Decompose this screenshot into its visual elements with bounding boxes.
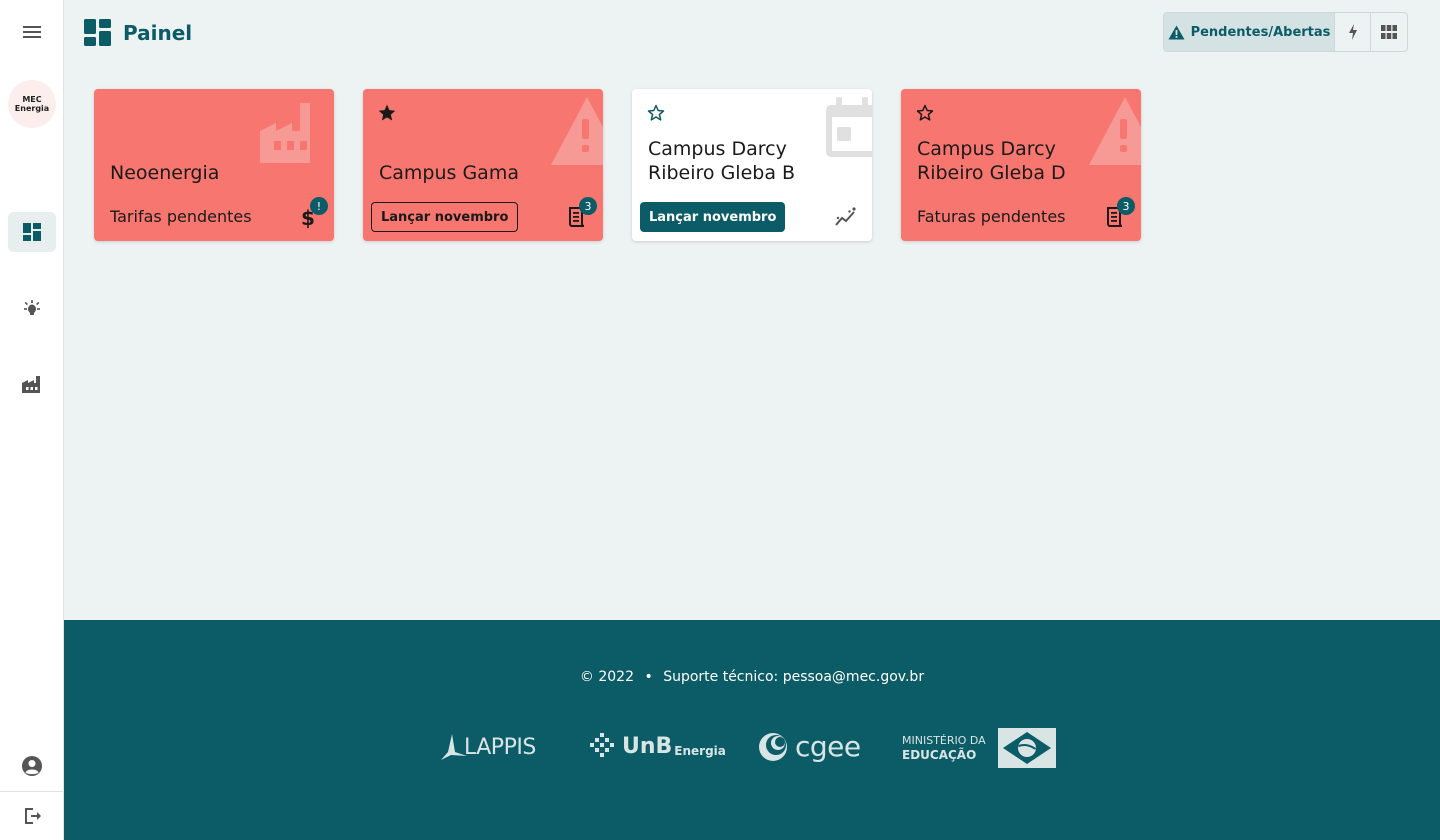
footer: © 2022 • Suporte técnico: pessoa@mec.gov… xyxy=(64,620,1440,840)
star-outline-icon[interactable] xyxy=(646,103,666,123)
insights-icon xyxy=(835,207,856,226)
card-title-line2: Ribeiro Gleba D xyxy=(917,162,1066,184)
warning-icon xyxy=(1089,97,1141,165)
filter-pending-button[interactable]: Pendentes/Abertas xyxy=(1164,13,1335,51)
card-title-line1: Campus Darcy xyxy=(648,138,787,160)
filter-grid-button[interactable] xyxy=(1371,13,1407,51)
card-campus-darcy-ribeiro-gleba-d[interactable]: Campus Darcy Ribeiro Gleba D Faturas pen… xyxy=(901,89,1141,241)
account-circle-icon xyxy=(22,756,42,776)
unb-sub-text: Energia xyxy=(674,744,726,758)
sidebar-item-consumer-units[interactable] xyxy=(8,288,56,328)
sidebar-divider xyxy=(0,791,64,792)
lightbulb-icon xyxy=(24,300,40,315)
card-title: Neoenergia xyxy=(110,162,220,184)
invoice-indicator[interactable]: 3 xyxy=(565,197,597,229)
card-campus-darcy-ribeiro-gleba-b[interactable]: Campus Darcy Ribeiro Gleba B Lançar nove… xyxy=(632,89,872,241)
support-email[interactable]: pessoa@mec.gov.br xyxy=(783,669,924,685)
card-campus-gama[interactable]: Campus Gama Lançar novembro 3 xyxy=(363,89,603,241)
analytics-indicator[interactable] xyxy=(834,205,858,229)
page-header: Painel xyxy=(84,19,192,46)
filter-pending-label: Pendentes/Abertas xyxy=(1190,24,1331,40)
star-filled-icon[interactable] xyxy=(377,103,397,123)
launch-invoice-button[interactable]: Lançar novembro xyxy=(640,202,786,232)
mec-logo[interactable]: MINISTÉRIO DA EDUCAÇÃO xyxy=(902,728,1056,768)
dashboard-icon xyxy=(84,19,111,46)
mec-text: MINISTÉRIO DA EDUCAÇÃO xyxy=(902,733,986,763)
cgee-mark-icon xyxy=(759,732,787,761)
logo-line2: Energia xyxy=(14,104,50,113)
cgee-logo[interactable]: cgee xyxy=(757,730,861,763)
launch-invoice-button[interactable]: Lançar novembro xyxy=(371,202,519,232)
badge: 3 xyxy=(579,197,597,215)
support-label: Suporte técnico: xyxy=(663,669,779,685)
sidebar-item-distributors[interactable] xyxy=(8,364,56,404)
factory-icon xyxy=(22,376,40,393)
warning-icon xyxy=(1168,25,1185,39)
dashboard-icon xyxy=(23,223,41,241)
sidebar-item-dashboard[interactable] xyxy=(8,212,56,252)
badge: 3 xyxy=(1117,197,1135,215)
unb-energia-logo[interactable]: UnB Energia xyxy=(588,732,726,760)
invoice-indicator[interactable]: 3 xyxy=(1103,197,1135,229)
page-title: Painel xyxy=(123,20,193,45)
badge: ! xyxy=(310,197,328,215)
factory-icon xyxy=(260,103,310,163)
account-button[interactable] xyxy=(8,746,56,786)
footer-info: © 2022 • Suporte técnico: pessoa@mec.gov… xyxy=(64,669,1440,685)
brazil-flag-icon xyxy=(997,728,1056,768)
app-logo[interactable]: MEC Energia xyxy=(8,80,56,128)
bolt-icon xyxy=(1348,24,1357,40)
filter-toggle-group: Pendentes/Abertas xyxy=(1163,12,1408,52)
lappis-text: LAPPIS xyxy=(464,734,536,760)
logout-button[interactable] xyxy=(8,796,56,836)
card-title-line2: Ribeiro Gleba B xyxy=(648,162,796,184)
card-title: Campus Darcy Ribeiro Gleba D xyxy=(917,137,1066,185)
lappis-logo[interactable]: LAPPIS xyxy=(438,732,536,762)
grid-icon xyxy=(1381,25,1397,39)
sidebar: MEC Energia xyxy=(0,0,64,840)
logout-icon xyxy=(25,808,41,824)
star-outline-icon[interactable] xyxy=(915,103,935,123)
card-status: Tarifas pendentes xyxy=(110,207,252,226)
menu-icon xyxy=(23,26,41,38)
copyright: © 2022 xyxy=(579,669,635,685)
mec-line2: EDUCAÇÃO xyxy=(902,748,977,762)
card-title: Campus Gama xyxy=(379,162,519,184)
unb-text: UnB xyxy=(622,733,673,759)
calendar-icon xyxy=(826,97,872,157)
warning-icon xyxy=(551,97,603,165)
card-title: Campus Darcy Ribeiro Gleba B xyxy=(648,137,795,185)
mec-line1: MINISTÉRIO DA xyxy=(902,734,986,747)
card-title-line1: Campus Darcy xyxy=(917,138,1056,160)
logo-line1: MEC xyxy=(22,95,42,104)
card-status: Faturas pendentes xyxy=(917,207,1066,226)
menu-button[interactable] xyxy=(8,12,56,52)
unb-mark-icon xyxy=(590,733,614,757)
filter-energy-button[interactable] xyxy=(1335,13,1371,51)
tariff-indicator[interactable]: $ ! xyxy=(296,197,328,230)
card-neoenergia[interactable]: Neoenergia Tarifas pendentes $ ! xyxy=(94,89,334,241)
cgee-text: cgee xyxy=(795,730,861,763)
separator: • xyxy=(644,669,653,685)
